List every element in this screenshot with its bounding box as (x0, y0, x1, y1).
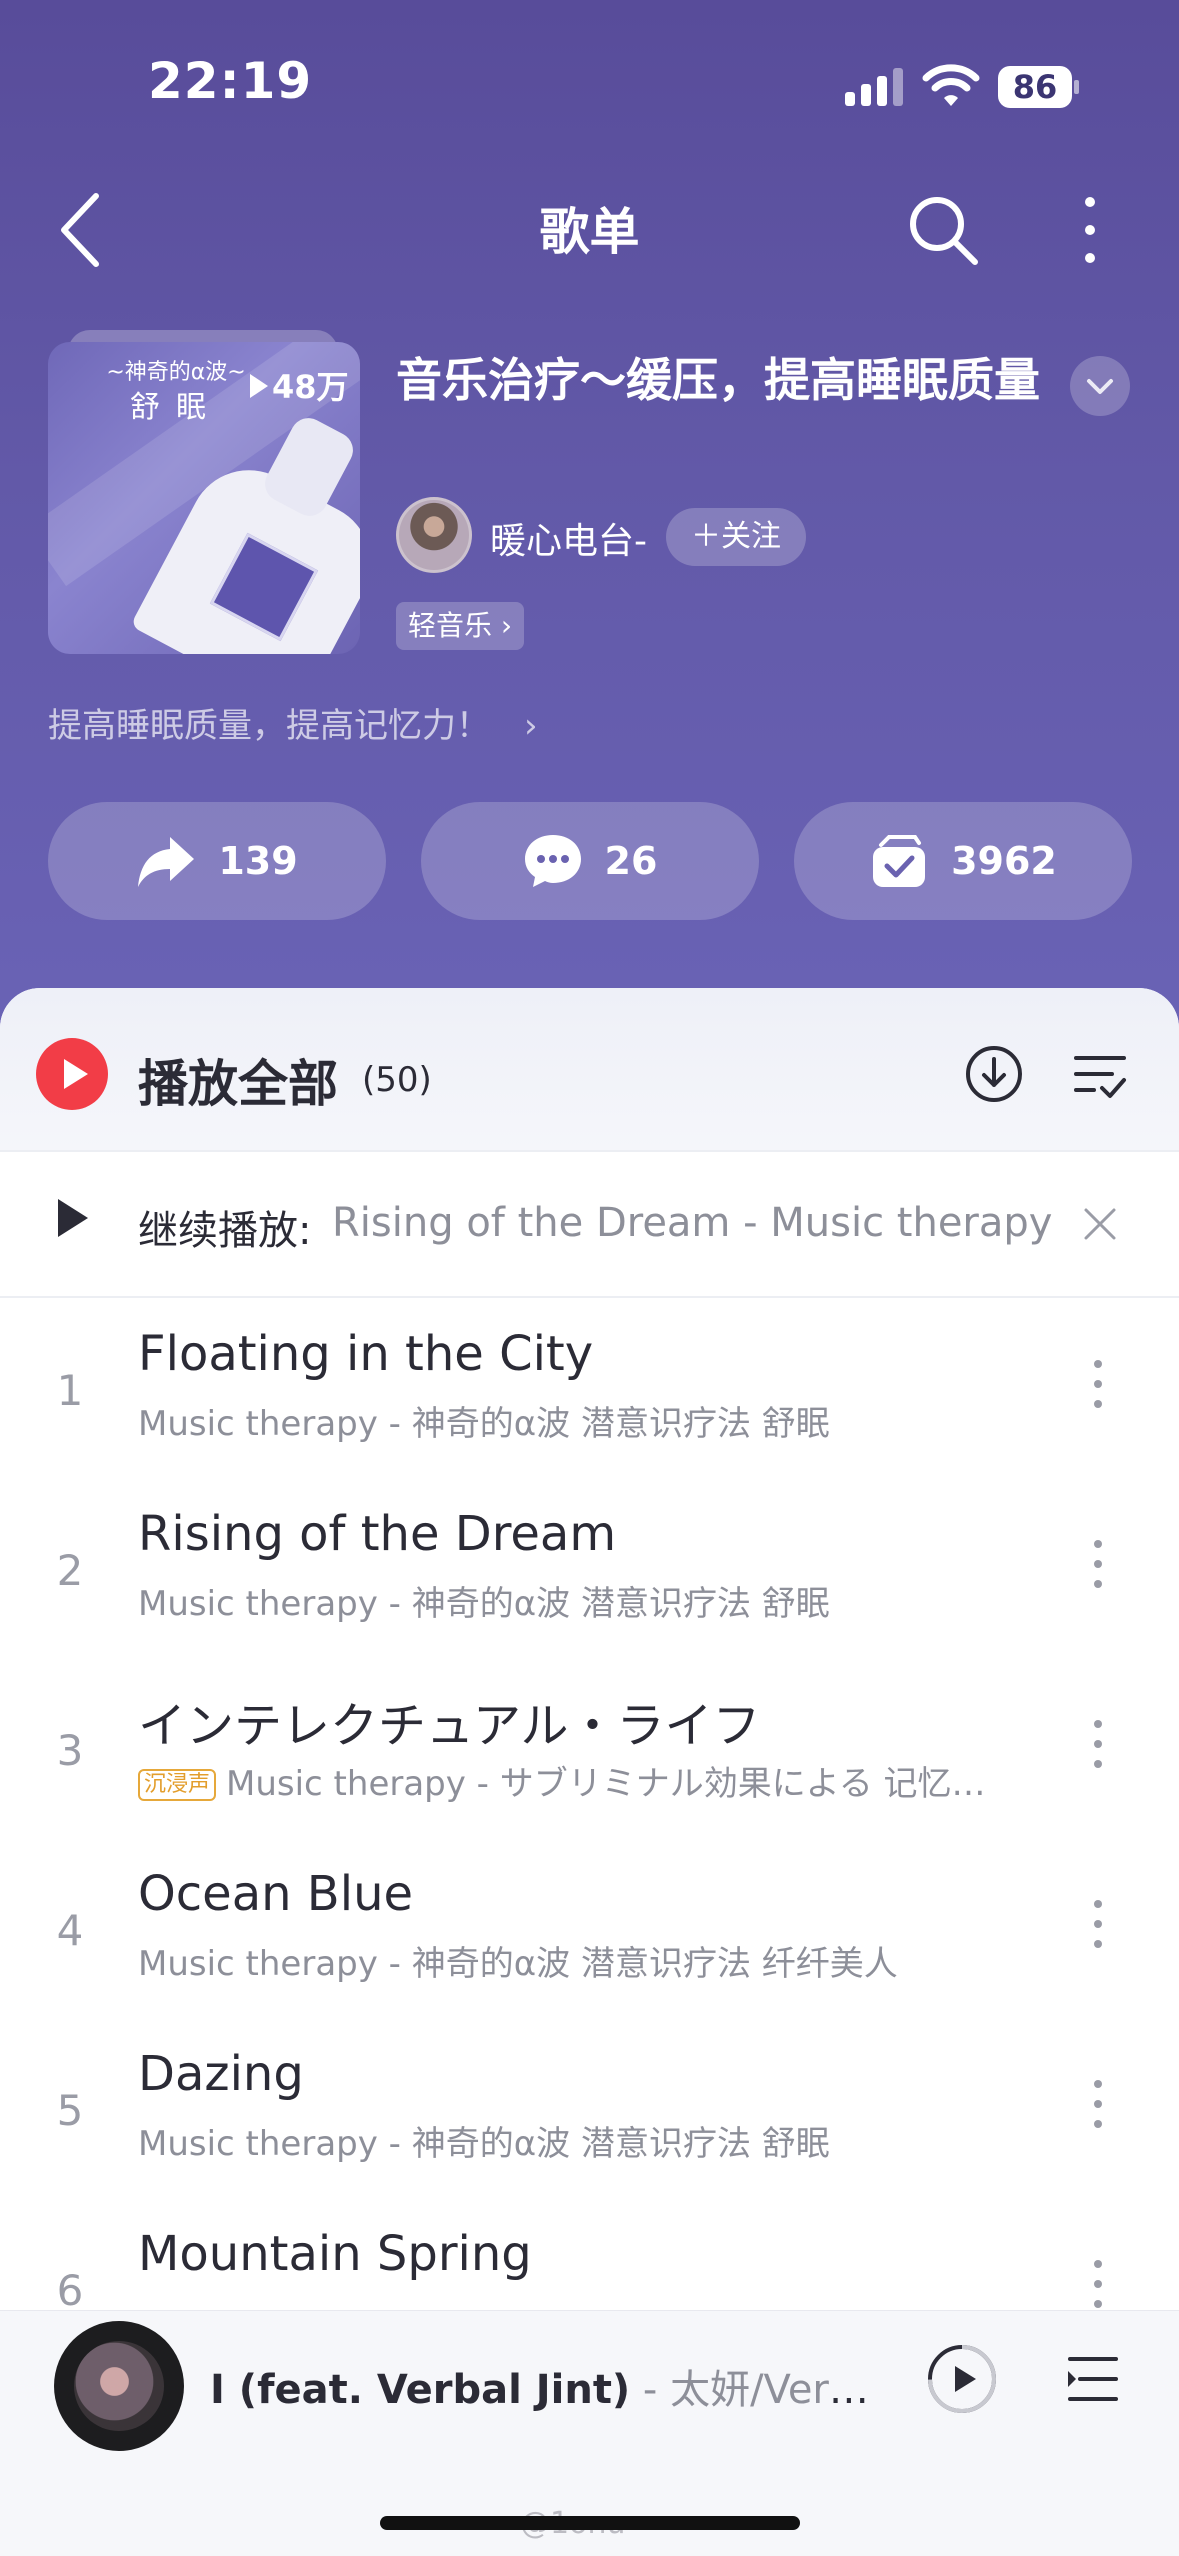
track-artist-album: Music therapy - 神奇的α波 潜意识疗法 舒眠 (138, 2124, 830, 2164)
track-subtitle: Music therapy - 神奇的α波 潜意识疗法 纤纤美人 (138, 1936, 1038, 1985)
track-row[interactable]: 4 Ocean Blue Music therapy - 神奇的α波 潜意识疗法 纤… (0, 1846, 1179, 2026)
track-artist-album: Music therapy - 神奇的α波 潜意识疗法 舒眠 (138, 1404, 830, 1444)
track-row[interactable]: 3 インテレクチュアル・ライフ沉浸声 Music therapy - サブリミナル効… (0, 1666, 1179, 1846)
play-icon (58, 1199, 88, 1237)
resume-playback-row[interactable]: 继续播放: Rising of the Dream - Music therap… (0, 1150, 1179, 1298)
share-icon (138, 837, 195, 887)
share-count: 139 (218, 839, 298, 883)
close-icon[interactable] (1080, 1204, 1120, 1244)
track-title: インテレクチュアル・ライフ (138, 1698, 761, 1754)
track-subtitle: Music therapy - 神奇的α波 潜意识疗法 舒眠 (138, 1396, 1038, 1445)
track-artist-album: Music therapy - サブリミナル効果による 记忆… (226, 1764, 986, 1804)
comment-icon (524, 835, 581, 887)
track-title: Mountain Spring (138, 2226, 532, 2282)
status-time: 22:19 (148, 52, 313, 110)
playlist-queue-icon[interactable] (1064, 2353, 1122, 2405)
download-icon[interactable] (964, 1044, 1024, 1104)
track-number: 4 (56, 1906, 84, 1955)
immersive-badge: 沉浸声 (138, 1769, 217, 1801)
follow-button[interactable]: ＋关注 (666, 508, 806, 566)
track-subtitle: Music therapy - 神奇的α波 潜意识疗法 舒眠 (138, 1576, 1038, 1625)
track-more-icon[interactable] (1088, 1720, 1108, 1780)
track-subtitle: 沉浸声 Music therapy - サブリミナル効果による 记忆… (138, 1756, 1038, 1805)
track-subtitle: Music therapy - 神奇的α波 潜意识疗法 舒眠 (138, 2116, 1038, 2165)
genre-tag-label: 轻音乐 (408, 609, 493, 642)
creator-avatar[interactable] (396, 497, 472, 573)
play-count-value: 48万 (272, 368, 349, 406)
playlist-description[interactable]: 提高睡眠质量，提高记忆力！ › (48, 698, 538, 747)
collect-count: 3962 (951, 839, 1057, 883)
genre-tag[interactable]: 轻音乐 › (396, 602, 525, 650)
play-all-label[interactable]: 播放全部 (138, 1044, 338, 1116)
playlist-title: 音乐治疗～缓压，提高睡眠质量 (396, 353, 1040, 407)
play-pause-button[interactable] (926, 2343, 998, 2415)
track-number: 6 (56, 2266, 84, 2315)
track-number: 3 (56, 1726, 84, 1775)
share-button[interactable]: 139 (48, 802, 386, 920)
track-title: Rising of the Dream (138, 1506, 617, 1562)
track-title: Dazing (138, 2046, 304, 2102)
track-more-icon[interactable] (1088, 1900, 1108, 1960)
track-row[interactable]: 5 Dazing Music therapy - 神奇的α波 潜意识疗法 舒眠 (0, 2026, 1179, 2206)
play-all-button[interactable] (36, 1038, 108, 1110)
track-number: 5 (56, 2086, 84, 2135)
track-more-icon[interactable] (1088, 1360, 1108, 1420)
plus-icon: ＋ (691, 519, 721, 554)
play-count: 48万 (250, 362, 349, 408)
battery-level: 86 (1012, 68, 1058, 106)
description-text: 提高睡眠质量，提高记忆力！ (48, 706, 490, 746)
comment-count: 26 (604, 839, 658, 883)
now-playing-artist: - 太妍/Verbal... (642, 2367, 890, 2413)
track-number: 2 (56, 1546, 84, 1595)
wifi-icon (922, 64, 980, 106)
collect-button[interactable]: 3962 (794, 802, 1132, 920)
creator-name[interactable]: 暖心电台- (490, 512, 647, 564)
page-title: 歌单 (539, 203, 640, 261)
track-row[interactable]: 1 Floating in the City Music therapy - 神奇的… (0, 1306, 1179, 1486)
more-icon[interactable] (1072, 192, 1108, 268)
resume-label: 继续播放: (138, 1208, 312, 1254)
now-playing-song: I (feat. Verbal Jint) (210, 2367, 631, 2413)
track-title: Floating in the City (138, 1326, 594, 1382)
chevron-right-icon: › (490, 706, 538, 746)
expand-button[interactable] (1070, 356, 1130, 416)
battery-icon: 86 (998, 66, 1080, 108)
collect-icon (873, 835, 926, 887)
cellular-signal-icon (845, 68, 903, 106)
chevron-right-icon: › (492, 609, 513, 642)
chevron-down-icon (1087, 379, 1113, 394)
now-playing-disc[interactable] (54, 2321, 184, 2451)
play-all-row: 播放全部 (50) (0, 988, 1179, 1150)
track-row[interactable]: 2 Rising of the Dream Music therapy - 神奇的α… (0, 1486, 1179, 1666)
track-title: Ocean Blue (138, 1866, 414, 1922)
now-playing-text[interactable]: I (feat. Verbal Jint) - 太妍/Verbal... (210, 2357, 890, 2415)
track-more-icon[interactable] (1088, 1540, 1108, 1600)
search-icon[interactable] (905, 192, 981, 268)
play-count-icon (250, 374, 268, 398)
track-more-icon[interactable] (1088, 2080, 1108, 2140)
multi-select-icon[interactable] (1072, 1048, 1128, 1104)
album-art (74, 2341, 164, 2431)
home-indicator[interactable] (380, 2516, 800, 2530)
comment-button[interactable]: 26 (421, 802, 759, 920)
resume-track: Rising of the Dream - Music therapy (332, 1200, 1053, 1246)
track-artist-album: Music therapy - 神奇的α波 潜意识疗法 舒眠 (138, 1584, 830, 1624)
follow-label: 关注 (721, 519, 781, 554)
track-count: (50) (362, 1060, 432, 1100)
track-artist-album: Music therapy - 神奇的α波 潜意识疗法 纤纤美人 (138, 1944, 898, 1984)
track-number: 1 (56, 1366, 84, 1415)
